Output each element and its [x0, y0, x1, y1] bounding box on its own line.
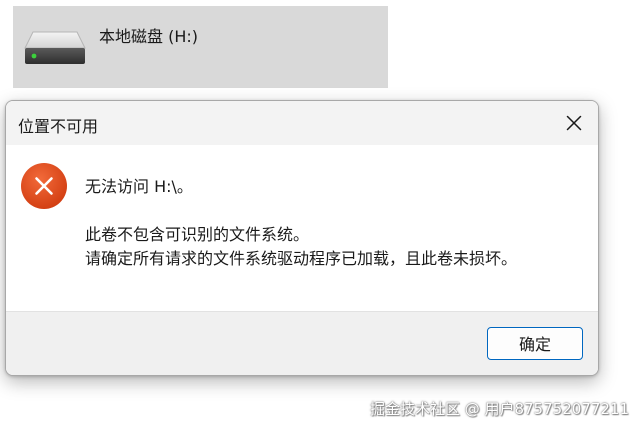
location-unavailable-dialog: 位置不可用 无法访问 H:\。 此卷不包含可识别的文件系统。 请确定所有请求的文	[5, 100, 599, 376]
drive-label: 本地磁盘 (H:)	[99, 27, 198, 46]
drive-tile-h[interactable]: 本地磁盘 (H:)	[13, 6, 388, 88]
error-icon	[20, 162, 68, 210]
dialog-footer: 确定	[6, 311, 598, 375]
close-button[interactable]	[560, 110, 588, 136]
error-message-main: 无法访问 H:\。	[85, 177, 193, 196]
error-detail-line-1: 此卷不包含可识别的文件系统。	[85, 225, 310, 244]
dialog-body: 无法访问 H:\。 此卷不包含可识别的文件系统。 请确定所有请求的文件系统驱动程…	[6, 145, 598, 311]
hard-drive-icon	[23, 26, 87, 70]
ok-button[interactable]: 确定	[487, 327, 583, 360]
watermark: 掘金技术社区 @ 用户875752077211	[369, 400, 629, 418]
error-detail-line-2: 请确定所有请求的文件系统驱动程序已加载，且此卷未损坏。	[85, 249, 518, 268]
close-icon	[566, 115, 582, 131]
dialog-title: 位置不可用	[18, 117, 99, 136]
dialog-titlebar[interactable]: 位置不可用	[6, 101, 598, 145]
